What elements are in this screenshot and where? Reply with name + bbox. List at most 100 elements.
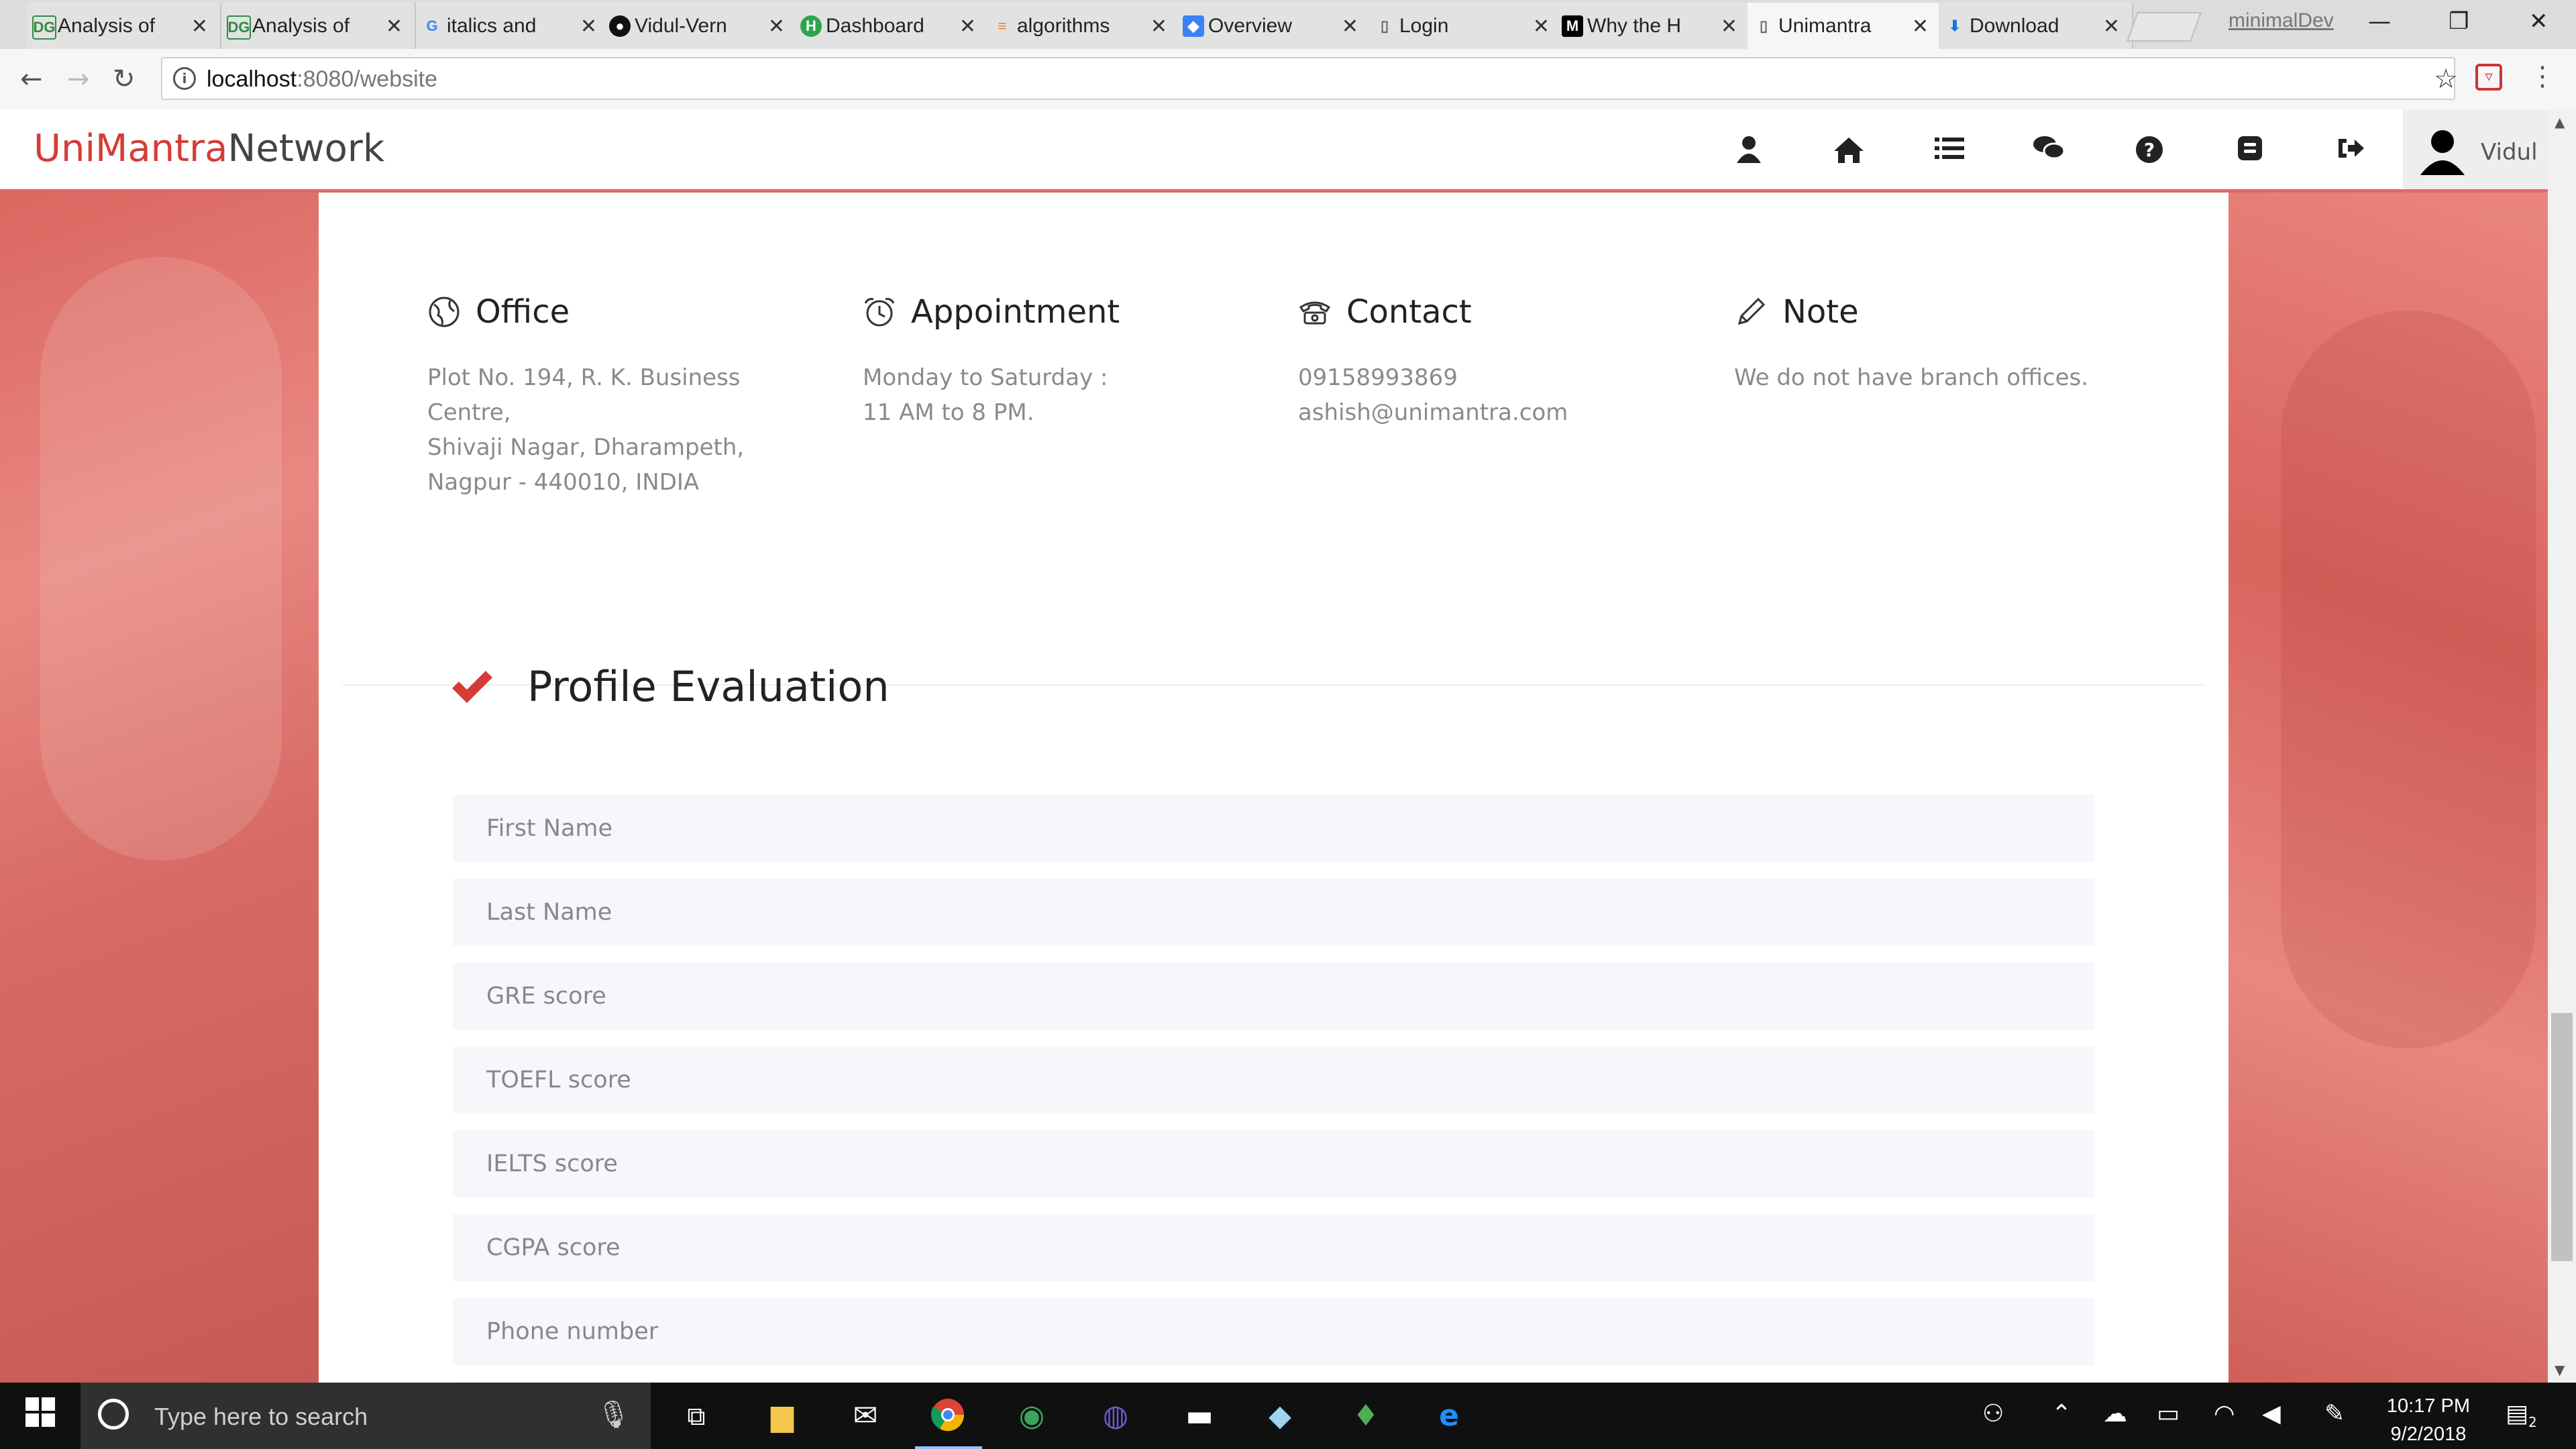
pencil-icon (1737, 297, 1766, 325)
scroll-down-icon[interactable]: ▼ (2555, 1362, 2565, 1378)
office-address: Plot No. 194, R. K. Business Centre, Shi… (427, 364, 745, 496)
logout-icon[interactable] (2334, 135, 2367, 167)
browser-tab[interactable]: DG Analysis of ✕ (27, 3, 221, 49)
mail-icon[interactable]: ✉ (847, 1397, 884, 1435)
task-view-icon[interactable]: ⧉ (678, 1397, 715, 1435)
user-icon[interactable] (1733, 135, 1765, 167)
appointment-block: Appointment Monday to Saturday : 11 AM t… (863, 293, 1265, 430)
browser-tab[interactable]: ◆ Overview ✕ (1177, 3, 1372, 49)
last-name-field[interactable] (453, 879, 2094, 946)
bookmark-star-icon[interactable]: ☆ (2434, 64, 2458, 95)
chat-icon[interactable] (2033, 135, 2065, 167)
reload-icon[interactable]: ↻ (113, 64, 136, 95)
browser-tab[interactable]: ▯ Login ✕ (1368, 3, 1563, 49)
office-title: Office (476, 293, 570, 331)
tab-title: Overview (1208, 14, 1293, 37)
ielts-score-field[interactable] (453, 1130, 2094, 1197)
browser-profile-name[interactable]: minimalDev (2229, 9, 2334, 32)
edge-icon[interactable]: e (1430, 1397, 1468, 1435)
list-icon[interactable] (1933, 135, 1966, 167)
eclipse-icon[interactable]: ◍ (1097, 1397, 1134, 1435)
battery-icon[interactable]: ▭ (2157, 1400, 2180, 1428)
user-name: Vidul (2481, 139, 2538, 166)
geeksforgeeks-icon: DG (227, 15, 251, 40)
action-center-icon[interactable]: ▤2 (2506, 1400, 2537, 1430)
appointment-title: Appointment (911, 293, 1120, 331)
close-tab-icon[interactable]: ✕ (1342, 15, 1358, 38)
microphone-icon[interactable]: 🎙 (596, 1399, 631, 1430)
close-tab-icon[interactable]: ✕ (2103, 15, 2120, 38)
browser-tab[interactable]: DG Analysis of ✕ (221, 3, 416, 49)
browser-tab[interactable]: ≡ algorithms ✕ (986, 3, 1181, 49)
google-icon: G (426, 17, 438, 34)
close-tab-icon[interactable]: ✕ (580, 15, 597, 38)
close-tab-icon[interactable]: ✕ (1721, 15, 1737, 38)
close-tab-icon[interactable]: ✕ (386, 15, 402, 38)
new-tab-button[interactable] (2126, 12, 2202, 42)
extension-icon[interactable]: ▿ (2475, 64, 2502, 91)
gre-score-field[interactable] (453, 963, 2094, 1030)
browser-menu-icon[interactable]: ⋮ (2529, 61, 2556, 92)
cgpa-score-field[interactable] (453, 1214, 2094, 1281)
browser-tab[interactable]: M Why the H ✕ (1556, 3, 1751, 49)
close-tab-icon[interactable]: ✕ (1912, 15, 1929, 38)
forward-icon[interactable]: → (67, 64, 90, 95)
terminal-icon[interactable]: ▬ (1181, 1397, 1218, 1435)
active-app-indicator (915, 1446, 982, 1449)
app-icon[interactable]: ◆ (1261, 1397, 1299, 1435)
background-figure (40, 257, 282, 861)
user-menu[interactable]: Vidul (2403, 109, 2548, 189)
globe-icon (429, 297, 460, 327)
toefl-score-field[interactable] (453, 1046, 2094, 1114)
pen-icon[interactable]: ✎ (2324, 1400, 2345, 1428)
volume-icon[interactable]: ◀ (2262, 1400, 2281, 1428)
first-name-field[interactable] (453, 795, 2094, 862)
close-tab-icon[interactable]: ✕ (768, 15, 785, 38)
file-explorer-icon[interactable]: ▆ (763, 1397, 801, 1435)
minimize-icon[interactable]: — (2368, 8, 2391, 35)
browser-tab[interactable]: G italics and ✕ (416, 3, 610, 49)
taskbar-clock[interactable]: 10:17 PM 9/2/2018 (2375, 1392, 2482, 1448)
onedrive-icon[interactable]: ☁ (2103, 1400, 2127, 1428)
scrollbar-thumb[interactable] (2551, 1013, 2573, 1261)
contact-phone[interactable]: 09158993869 (1298, 360, 1701, 395)
shield-icon: ◆ (1183, 15, 1204, 37)
page-icon: ▯ (1380, 17, 1389, 34)
cortana-icon (98, 1399, 129, 1430)
close-tab-icon[interactable]: ✕ (959, 15, 976, 38)
blogger-icon[interactable] (2234, 135, 2266, 167)
browser-tab-active[interactable]: ▯ Unimantra ✕ (1748, 3, 1942, 49)
taskbar-search-box[interactable]: Type here to search 🎙 (80, 1383, 651, 1449)
restore-icon[interactable]: ❐ (2449, 8, 2469, 35)
browser-tab[interactable]: H Dashboard ✕ (795, 3, 989, 49)
close-tab-icon[interactable]: ✕ (191, 15, 208, 38)
clock-time: 10:17 PM (2386, 1395, 2471, 1417)
site-info-icon[interactable]: i (173, 67, 196, 90)
app-icon[interactable]: ◉ (1013, 1397, 1051, 1435)
help-icon[interactable]: ? (2133, 135, 2165, 167)
tab-title: Dashboard (826, 14, 924, 37)
browser-tab[interactable]: ⬇ Download ✕ (1939, 3, 2133, 49)
home-icon[interactable] (1833, 135, 1865, 167)
people-icon[interactable]: ⚇ (1982, 1400, 2004, 1428)
alarm-clock-icon (864, 298, 895, 327)
address-bar[interactable]: i localhost:8080/website ☆ (161, 57, 2458, 100)
telephone-icon (1299, 301, 1331, 325)
app-icon[interactable]: ♦ (1347, 1397, 1385, 1435)
back-icon[interactable]: ← (20, 64, 43, 95)
brand-logo[interactable]: UniMantraNetwork (34, 127, 384, 170)
contact-email[interactable]: ashish@unimantra.com (1298, 395, 1701, 430)
stackexchange-icon: ≡ (998, 17, 1007, 34)
browser-tab[interactable]: ● Vidul-Vern ✕ (604, 3, 798, 49)
tab-title: Why the H (1587, 14, 1682, 37)
close-tab-icon[interactable]: ✕ (1533, 15, 1550, 38)
chrome-icon[interactable] (929, 1397, 967, 1435)
close-window-icon[interactable]: ✕ (2529, 8, 2548, 35)
close-tab-icon[interactable]: ✕ (1150, 15, 1167, 38)
phone-number-field[interactable] (453, 1298, 2094, 1365)
tab-title: Download (1970, 14, 2059, 37)
wifi-icon[interactable]: ◠ (2214, 1400, 2235, 1428)
windows-start-icon[interactable] (21, 1397, 59, 1435)
scroll-up-icon[interactable]: ▲ (2555, 114, 2565, 130)
show-hidden-icons-icon[interactable]: ⌃ (2051, 1400, 2072, 1428)
